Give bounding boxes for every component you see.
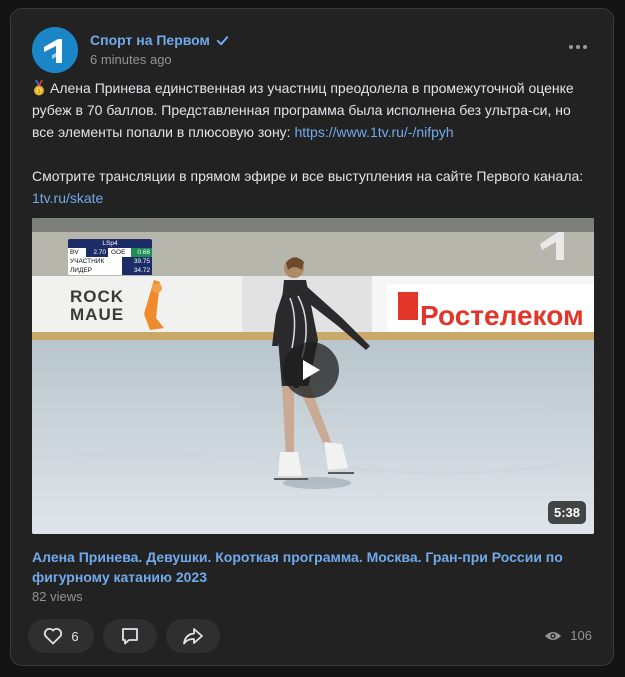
- author-name[interactable]: Спорт на Первом: [90, 32, 229, 48]
- comment-icon: [122, 628, 138, 645]
- score-row2-label: ЛИДЕР: [70, 267, 93, 274]
- share-icon: [183, 628, 203, 645]
- score-element: LSp4: [68, 239, 152, 248]
- banner-rostelecom: Ростелеком: [420, 300, 584, 331]
- banner-rock-maue: ROCK MAUE: [70, 287, 125, 324]
- video-player[interactable]: LSp4 BV 2.70 GOE 0.68 УЧАСТНИК 39.75 ЛИД…: [32, 218, 594, 534]
- score-row1-label: УЧАСТНИК: [70, 258, 105, 265]
- score-row1-value: 39.75: [122, 257, 152, 266]
- more-options-icon[interactable]: [569, 45, 587, 49]
- view-count-value: 106: [570, 628, 592, 643]
- score-row2-value: 34.72: [122, 266, 152, 275]
- like-count: 6: [71, 628, 79, 644]
- svg-text:1: 1: [38, 89, 41, 95]
- video-views: 82 views: [32, 589, 83, 604]
- channel-watermark-icon: [540, 232, 564, 260]
- play-icon: [303, 360, 320, 380]
- post-time[interactable]: 6 minutes ago: [90, 52, 172, 67]
- comment-button[interactable]: [103, 619, 157, 653]
- video-title[interactable]: Алена Принева. Девушки. Короткая програм…: [32, 547, 592, 587]
- post-paragraph-2: Смотрите трансляции в прямом эфире и все…: [32, 165, 592, 209]
- heart-icon: [44, 628, 63, 645]
- score-overlay: LSp4 BV 2.70 GOE 0.68 УЧАСТНИК 39.75 ЛИД…: [68, 239, 152, 285]
- video-duration: 5:38: [547, 501, 586, 524]
- post-link-2[interactable]: 1tv.ru/skate: [32, 190, 103, 206]
- eye-icon: [545, 631, 562, 640]
- post-text-body-2: Смотрите трансляции в прямом эфире и все…: [32, 168, 584, 184]
- post-paragraph-1: 1 Алена Принева единственная из участниц…: [32, 77, 592, 143]
- channel-avatar[interactable]: [32, 27, 78, 73]
- author-name-label[interactable]: Спорт на Первом: [90, 32, 210, 48]
- post-text: 1 Алена Принева единственная из участниц…: [32, 77, 592, 209]
- play-button[interactable]: [283, 342, 339, 398]
- channel-one-logo-icon: [32, 27, 78, 73]
- verified-icon: [216, 35, 229, 45]
- score-goe-label: GOE: [111, 249, 126, 256]
- share-button[interactable]: [166, 619, 220, 653]
- score-bv-label: BV: [70, 249, 79, 256]
- post-link-1[interactable]: https://www.1tv.ru/-/nifpyh: [294, 124, 453, 140]
- gold-medal-icon: 1: [34, 80, 44, 96]
- score-bv-value: 2.70: [86, 248, 108, 257]
- score-goe-value: 0.68: [131, 248, 152, 257]
- view-count: 106: [544, 628, 592, 643]
- post-card: Спорт на Первом 6 minutes ago 1 Алена Пр…: [10, 8, 614, 666]
- post-actions: 6: [28, 619, 220, 653]
- like-button[interactable]: 6: [28, 619, 94, 653]
